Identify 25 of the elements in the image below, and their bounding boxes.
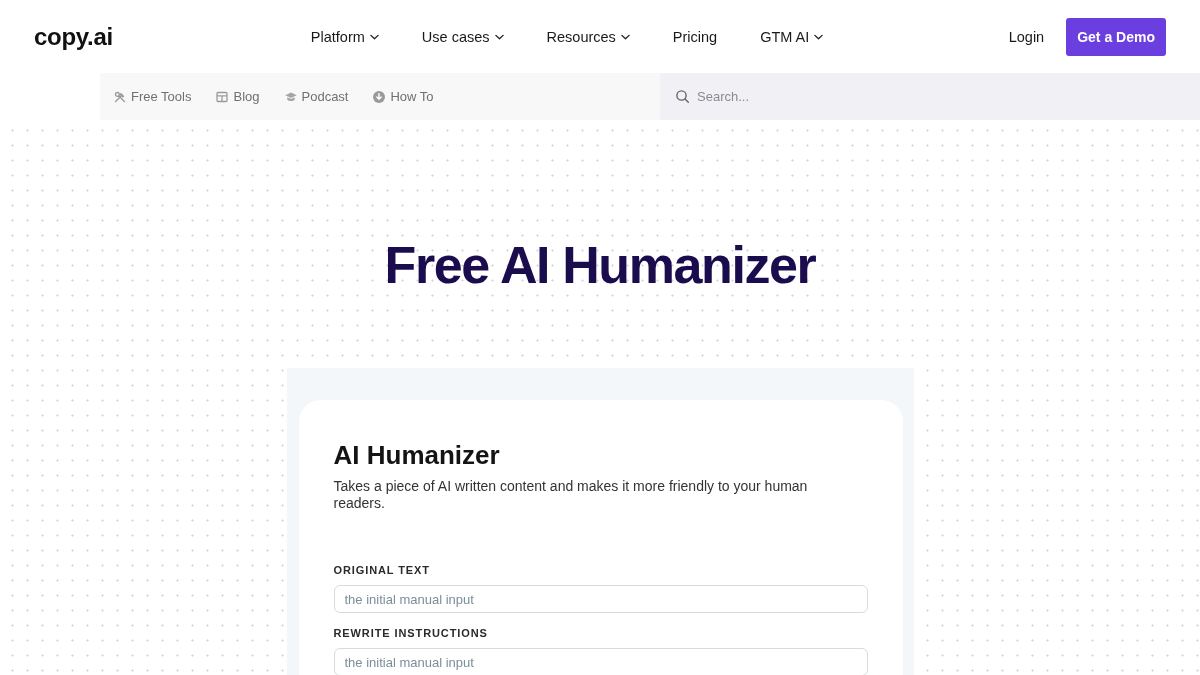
nav-link[interactable]: Resources xyxy=(546,28,630,45)
subnav-link[interactable]: How To xyxy=(373,89,434,104)
logo[interactable]: copy.ai xyxy=(34,22,113,51)
graduation-cap-icon xyxy=(284,91,297,102)
field-label: ORIGINAL TEXT xyxy=(333,563,430,577)
text-field[interactable]: the initial manual input xyxy=(333,648,868,675)
nav-link[interactable]: Pricing xyxy=(672,28,718,45)
login-link[interactable]: Login xyxy=(1008,28,1045,45)
search-icon xyxy=(676,90,689,103)
nav-link[interactable]: GTM AI xyxy=(760,28,824,45)
subnav-link[interactable]: Podcast xyxy=(284,89,349,104)
tool-title: AI Humanizer xyxy=(333,440,501,471)
layout-icon xyxy=(216,90,229,103)
subnav-link[interactable]: Blog xyxy=(216,89,260,104)
subnav-link[interactable]: Free Tools xyxy=(114,89,192,104)
nav-link[interactable]: Platform xyxy=(310,28,379,45)
page-title: Free AI Humanizer xyxy=(384,235,816,296)
arrow-circle-icon xyxy=(373,90,386,103)
demo-button[interactable]: Get a Demo xyxy=(1066,17,1166,56)
tools-icon xyxy=(114,90,126,103)
tool-description: Takes a piece of AI written content and makes it more friendly to your human readers. xyxy=(333,478,809,511)
text-field[interactable]: the initial manual input xyxy=(333,585,868,613)
field-label: REWRITE INSTRUCTIONS xyxy=(333,626,488,640)
nav-link[interactable]: Use cases xyxy=(421,28,504,45)
search-field[interactable]: Search... xyxy=(660,73,1200,120)
